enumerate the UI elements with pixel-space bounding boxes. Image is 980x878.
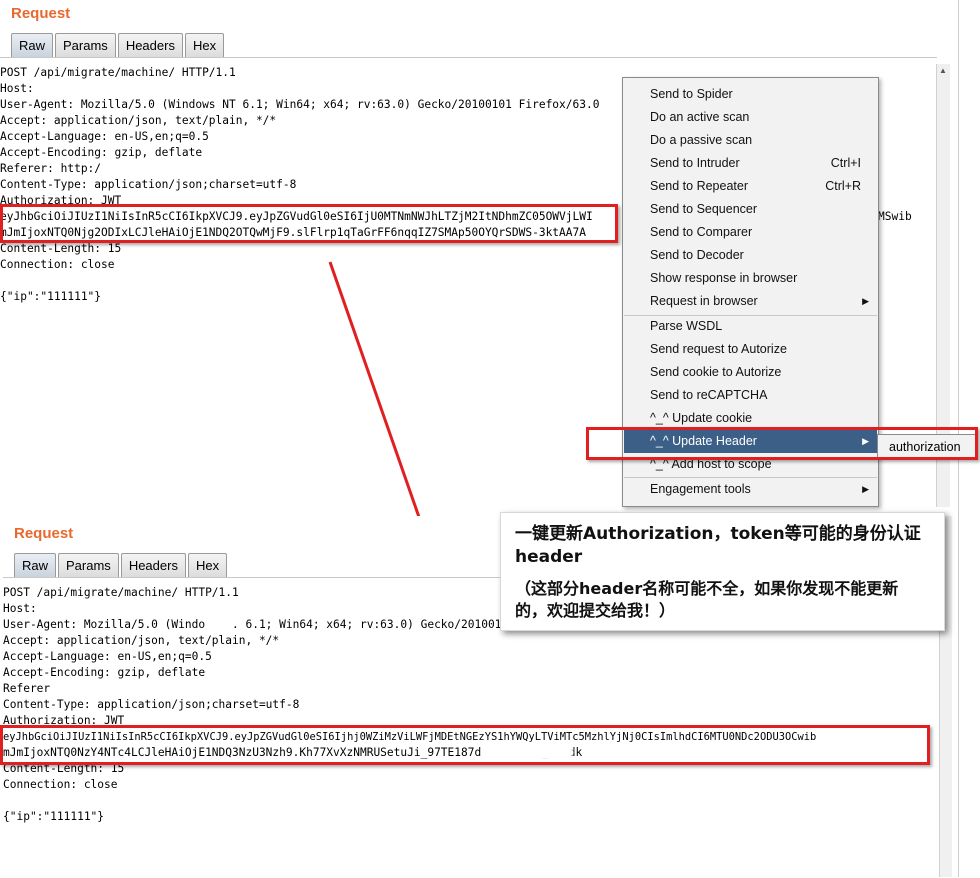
redaction-referer-bottom	[140, 681, 420, 693]
bottom-tab-params[interactable]: Params	[58, 553, 119, 577]
note-line-2: （这部分header名称可能不全，如果你发现不能更新的，欢迎提交给我！）	[515, 579, 899, 620]
bottom-line-5: Accept-Language: en-US,en;q=0.5	[3, 650, 212, 663]
bottom-tab-hex[interactable]: Hex	[187, 553, 228, 577]
annotation-note: 一键更新Authorization，token等可能的身份认证header （这…	[500, 512, 945, 631]
bottom-line-1: POST /api/migrate/machine/ HTTP/1.1	[3, 586, 239, 599]
bottom-line-13: Connection: close	[3, 778, 118, 791]
bottom-tab-raw[interactable]: Raw	[14, 553, 57, 577]
bottom-tab-headers[interactable]: Headers	[120, 553, 186, 577]
bottom-line-6: Accept-Encoding: gzip, deflate	[3, 666, 206, 679]
bottom-tab-bar: Raw Params Headers Hex	[14, 553, 229, 577]
bottom-token-highlight-box	[0, 725, 930, 765]
bottom-line-8: Content-Type: application/json;charset=u…	[3, 698, 300, 711]
redaction-host-bottom	[62, 601, 192, 611]
bottom-line-15: {"ip":"111111"}	[3, 810, 105, 823]
note-line-1: 一键更新Authorization，token等可能的身份认证header	[515, 524, 921, 567]
bottom-line-2: Host:	[3, 602, 37, 615]
bottom-line-4: Accept: application/json, text/plain, */…	[3, 634, 280, 647]
bottom-line-7: Referer	[3, 682, 51, 695]
bottom-request-title: Request	[14, 525, 74, 542]
